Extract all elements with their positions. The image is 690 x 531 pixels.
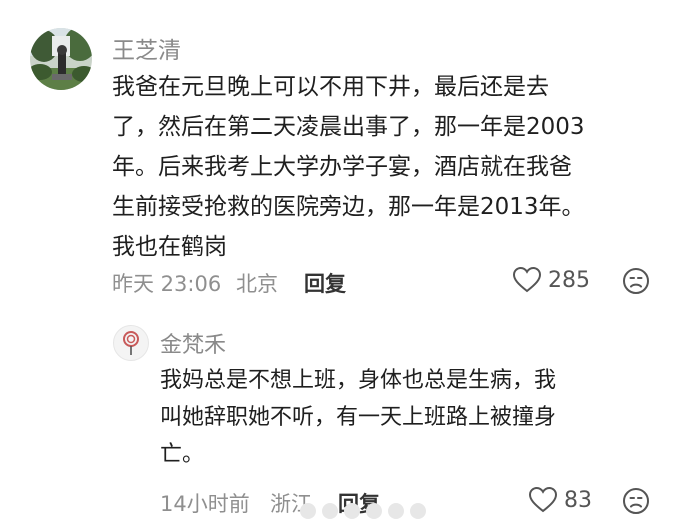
watermark (300, 503, 426, 519)
watermark-dot (388, 503, 404, 519)
comment-thread: 王芝清 我爸在元旦晚上可以不用下井，最后还是去 了，然后在第二天凌晨出事了，那一… (0, 0, 690, 531)
reply-time: 14小时前 (160, 492, 250, 516)
comment-text-line: 年。后来我考上大学办学子宴，酒店就在我爸 (112, 154, 572, 180)
reply-text-line: 亡。 (160, 442, 205, 467)
reply-text: 我妈总是不想上班，身体也总是生病，我 叫她辞职她不听，有一天上班路上被撞身 亡。 (160, 362, 556, 473)
comment-username[interactable]: 王芝清 (112, 31, 181, 65)
avatar-lollipop-icon (123, 331, 139, 355)
frown-face-icon (623, 268, 649, 294)
dislike-button[interactable] (622, 487, 650, 519)
comment-text-line: 生前接受抢救的医院旁边，那一年是2013年。 (112, 194, 585, 220)
watermark-dot (366, 503, 382, 519)
reply-text-line: 叫她辞职她不听，有一天上班路上被撞身 (160, 405, 557, 430)
watermark-dot (410, 503, 426, 519)
comment-text-line: 我爸在元旦晚上可以不用下井，最后还是去 (112, 74, 549, 100)
reply-text-line: 我妈总是不想上班，身体也总是生病，我 (160, 368, 557, 393)
frown-face-icon (623, 488, 649, 514)
comment-time: 昨天 23:06 (112, 272, 222, 296)
avatar[interactable] (113, 325, 149, 361)
reply-button[interactable]: 回复 (304, 268, 346, 298)
like-count: 285 (548, 267, 590, 293)
comment-location: 北京 (236, 272, 278, 296)
heart-icon (528, 486, 558, 513)
like-button[interactable]: 83 (528, 486, 592, 514)
avatar[interactable] (30, 28, 92, 90)
watermark-dot (344, 503, 360, 519)
comment-text-line: 了，然后在第二天凌晨出事了，那一年是2003 (112, 114, 585, 140)
comment-text-line: 我也在鹤岗 (112, 234, 227, 260)
comment-text: 我爸在元旦晚上可以不用下井，最后还是去 了，然后在第二天凌晨出事了，那一年是20… (112, 67, 585, 267)
dislike-button[interactable] (622, 267, 650, 299)
avatar-photo-icon (30, 28, 92, 90)
watermark-dot (300, 503, 316, 519)
watermark-dot (322, 503, 338, 519)
heart-icon (512, 266, 542, 293)
reply-username[interactable]: 金梵禾 (160, 327, 226, 359)
like-button[interactable]: 285 (512, 266, 590, 294)
like-count: 83 (564, 487, 592, 513)
